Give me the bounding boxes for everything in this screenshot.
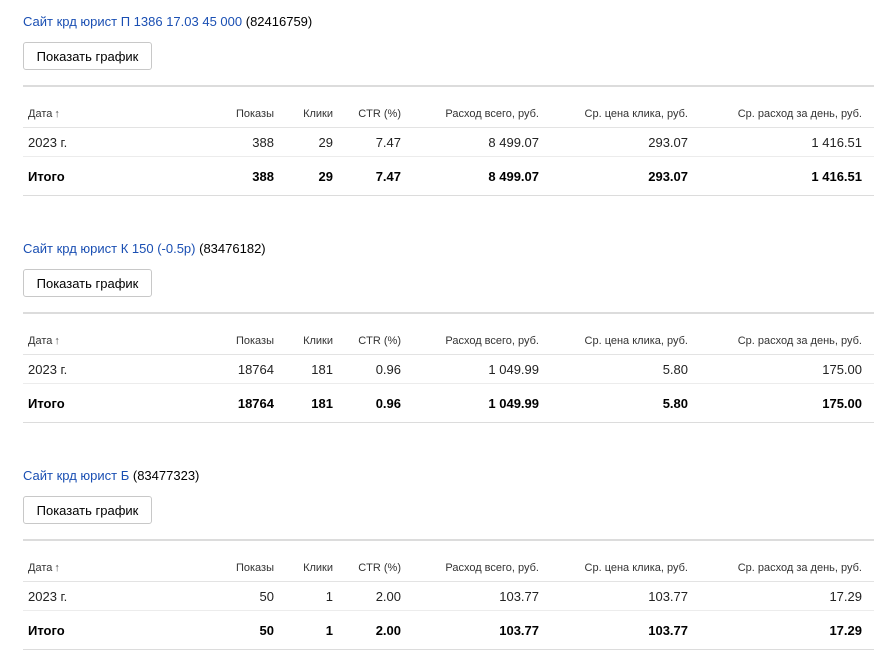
cell-cost: 1 049.99	[488, 362, 539, 377]
campaign-id: (83476182)	[199, 241, 266, 256]
col-header-ctr[interactable]: CTR (%)	[358, 108, 401, 120]
cell-clicks: 181	[311, 362, 333, 377]
campaign-block: Сайт крд юрист Б (83477323) Показать гра…	[23, 468, 874, 650]
sort-asc-icon: ↑	[54, 108, 60, 120]
table-total-row: Итого 50 1 2.00 103.77 103.77 17.29	[23, 611, 874, 649]
total-ctr: 2.00	[375, 623, 401, 638]
table-header-row: Дата ↑ Показы Клики CTR (%) Расход всего,…	[23, 541, 874, 582]
table-total-row: Итого 18764 181 0.96 1 049.99 5.80 175.0…	[23, 384, 874, 422]
cell-impressions: 388	[252, 135, 274, 150]
table-total-row: Итого 388 29 7.47 8 499.07 293.07 1 416.…	[23, 157, 874, 195]
col-header-clicks[interactable]: Клики	[303, 108, 333, 120]
stats-table: Дата ↑ Показы Клики CTR (%) Расход всего,…	[23, 312, 874, 423]
total-impressions: 388	[252, 169, 274, 184]
cell-cpc: 5.80	[662, 362, 688, 377]
total-ctr: 0.96	[375, 396, 401, 411]
total-cost: 8 499.07	[488, 169, 539, 184]
cell-daily-cost: 1 416.51	[811, 135, 862, 150]
col-header-clicks[interactable]: Клики	[303, 335, 333, 347]
col-header-date[interactable]: Дата ↑	[28, 562, 60, 574]
col-header-cpc[interactable]: Ср. цена клика, руб.	[585, 335, 688, 347]
total-cpc: 293.07	[648, 169, 688, 184]
campaign-id: (83477323)	[132, 468, 200, 483]
total-clicks: 1	[325, 623, 333, 638]
cell-impressions: 50	[259, 589, 274, 604]
sort-asc-icon: ↑	[54, 562, 60, 574]
campaign-id: (82416759)	[245, 14, 313, 29]
total-clicks: 29	[318, 169, 333, 184]
show-graph-button[interactable]: Показать график	[23, 269, 152, 297]
total-cpc: 5.80	[662, 396, 688, 411]
col-header-date[interactable]: Дата ↑	[28, 335, 60, 347]
col-header-cost[interactable]: Расход всего, руб.	[445, 108, 539, 120]
total-daily-cost: 17.29	[829, 623, 862, 638]
col-header-cpc[interactable]: Ср. цена клика, руб.	[585, 108, 688, 120]
stats-table: Дата ↑ Показы Клики CTR (%) Расход всего,…	[23, 539, 874, 650]
cell-impressions: 18764	[237, 362, 274, 377]
cell-cpc: 293.07	[648, 135, 688, 150]
total-daily-cost: 175.00	[822, 396, 862, 411]
col-header-cost[interactable]: Расход всего, руб.	[445, 562, 539, 574]
cell-cpc: 103.77	[648, 589, 688, 604]
col-header-ctr[interactable]: CTR (%)	[358, 562, 401, 574]
table-row: 2023 г. 50 1 2.00 103.77 103.77 17.29	[23, 582, 874, 611]
col-header-ctr[interactable]: CTR (%)	[358, 335, 401, 347]
cell-clicks: 29	[318, 135, 333, 150]
campaign-block: Сайт крд юрист К 150 (-0.5р) (83476182) …	[23, 241, 874, 423]
cell-date: 2023 г.	[28, 135, 68, 150]
total-daily-cost: 1 416.51	[811, 169, 862, 184]
cell-ctr: 2.00	[375, 589, 401, 604]
campaign-title: Сайт крд юрист П 1386 17.03 45 000 (8241…	[23, 14, 874, 30]
col-header-daily-cost[interactable]: Ср. расход за день, руб.	[738, 335, 862, 347]
campaign-name-link[interactable]: Сайт крд юрист К 150 (-0.5р)	[23, 241, 196, 256]
total-label: Итого	[28, 169, 65, 184]
cell-date: 2023 г.	[28, 362, 68, 377]
table-header-row: Дата ↑ Показы Клики CTR (%) Расход всего,…	[23, 87, 874, 128]
cell-date: 2023 г.	[28, 589, 68, 604]
campaign-title: Сайт крд юрист Б (83477323)	[23, 468, 874, 484]
cell-clicks: 1	[325, 589, 333, 604]
show-graph-button[interactable]: Показать график	[23, 42, 152, 70]
campaign-name-link[interactable]: Сайт крд юрист Б	[23, 468, 129, 483]
col-header-clicks[interactable]: Клики	[303, 562, 333, 574]
cell-ctr: 0.96	[375, 362, 401, 377]
col-header-daily-cost[interactable]: Ср. расход за день, руб.	[738, 562, 862, 574]
total-cpc: 103.77	[648, 623, 688, 638]
campaign-name-link[interactable]: Сайт крд юрист П 1386 17.03 45 000	[23, 14, 242, 29]
cell-ctr: 7.47	[375, 135, 401, 150]
campaign-block: Сайт крд юрист П 1386 17.03 45 000 (8241…	[23, 14, 874, 196]
col-header-impressions[interactable]: Показы	[236, 108, 274, 120]
sort-asc-icon: ↑	[54, 335, 60, 347]
col-header-impressions[interactable]: Показы	[236, 335, 274, 347]
total-label: Итого	[28, 623, 65, 638]
cell-daily-cost: 17.29	[829, 589, 862, 604]
show-graph-button[interactable]: Показать график	[23, 496, 152, 524]
total-impressions: 50	[259, 623, 274, 638]
total-clicks: 181	[311, 396, 333, 411]
cell-cost: 103.77	[499, 589, 539, 604]
stats-table: Дата ↑ Показы Клики CTR (%) Расход всего,…	[23, 85, 874, 196]
col-header-impressions[interactable]: Показы	[236, 562, 274, 574]
table-row: 2023 г. 388 29 7.47 8 499.07 293.07 1 41…	[23, 128, 874, 157]
total-impressions: 18764	[237, 396, 274, 411]
col-header-cpc[interactable]: Ср. цена клика, руб.	[585, 562, 688, 574]
total-cost: 1 049.99	[488, 396, 539, 411]
col-header-date[interactable]: Дата ↑	[28, 108, 60, 120]
cell-daily-cost: 175.00	[822, 362, 862, 377]
table-row: 2023 г. 18764 181 0.96 1 049.99 5.80 175…	[23, 355, 874, 384]
total-label: Итого	[28, 396, 65, 411]
campaign-title: Сайт крд юрист К 150 (-0.5р) (83476182)	[23, 241, 874, 257]
cell-cost: 8 499.07	[488, 135, 539, 150]
table-header-row: Дата ↑ Показы Клики CTR (%) Расход всего,…	[23, 314, 874, 355]
col-header-cost[interactable]: Расход всего, руб.	[445, 335, 539, 347]
total-ctr: 7.47	[375, 169, 401, 184]
col-header-daily-cost[interactable]: Ср. расход за день, руб.	[738, 108, 862, 120]
total-cost: 103.77	[499, 623, 539, 638]
